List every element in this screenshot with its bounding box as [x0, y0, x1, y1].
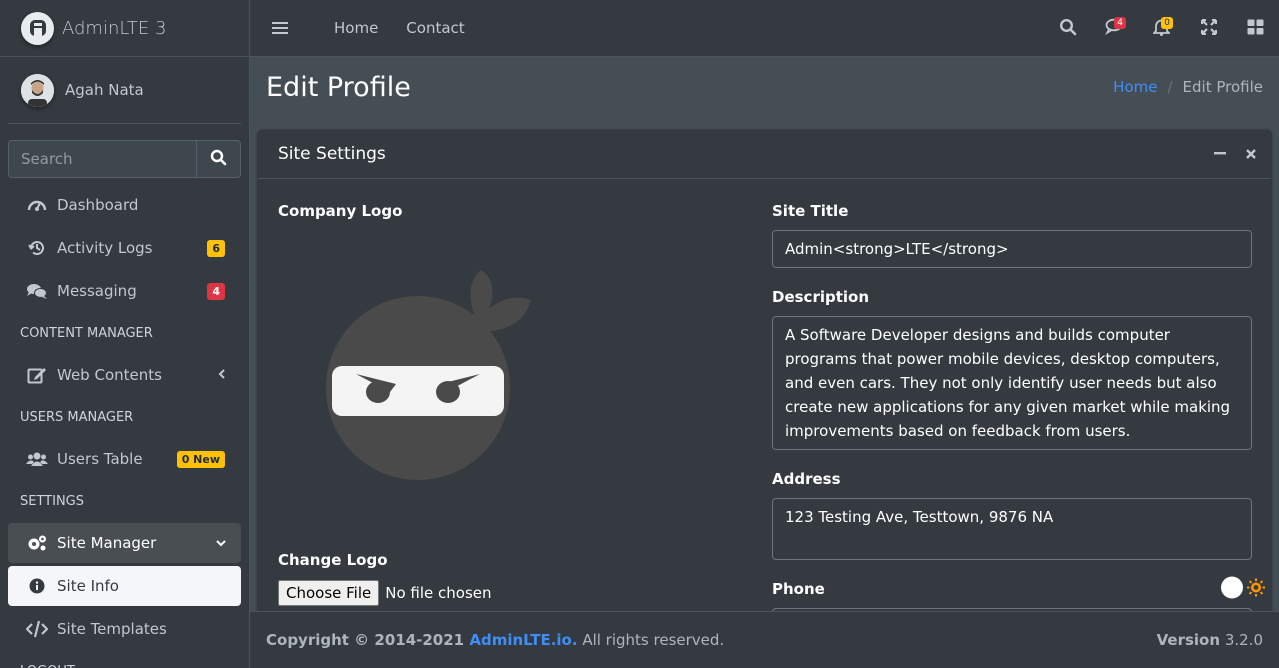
logo-column: Company Logo Change Logo Choose File No … [278, 202, 748, 606]
user-panel[interactable]: Agah Nata [8, 57, 241, 124]
control-sidebar-button[interactable] [1232, 0, 1279, 57]
notifications-count-badge: 0 [1161, 17, 1173, 29]
no-file-text: No file chosen [385, 584, 492, 602]
description-textarea[interactable]: A Software Developer designs and builds … [772, 316, 1252, 450]
details-column: Site Title Admin<strong>LTE</strong> Des… [772, 202, 1252, 620]
logo-file-input: Choose File No file chosen [278, 580, 492, 606]
sidebar-item-label: Site Templates [57, 620, 167, 638]
dashboard-icon [26, 196, 48, 214]
choose-file-button[interactable]: Choose File [278, 580, 380, 606]
card-header: Site Settings [258, 130, 1271, 179]
brand-name: AdminLTE 3 [62, 17, 167, 39]
breadcrumb-separator: / [1167, 78, 1173, 96]
version-label: Version [1156, 631, 1221, 649]
nav-link-home[interactable]: Home [334, 19, 378, 37]
company-logo-label: Company Logo [278, 202, 403, 220]
site-title-label: Site Title [772, 202, 849, 220]
sidebar-item-label: Users Table [57, 450, 143, 468]
company-logo-image [318, 260, 548, 490]
nav-header-content-manager: CONTENT MANAGER [20, 325, 153, 341]
sun-icon [1247, 578, 1265, 597]
card-title: Site Settings [278, 144, 386, 164]
main-footer: Copyright © 2014-2021 AdminLTE.io. All r… [250, 611, 1279, 668]
comments-icon [26, 282, 48, 300]
phone-label: Phone [772, 580, 825, 598]
brand-logo-icon [21, 11, 54, 45]
sidebar-item-label: Site Info [57, 577, 119, 595]
notifications-dropdown[interactable]: 0 [1138, 0, 1185, 57]
nav-header-settings: SETTINGS [20, 493, 85, 509]
top-navbar: Home Contact 4 0 [250, 0, 1279, 57]
activity-logs-badge: 6 [207, 239, 225, 257]
sidebar-item-users-table[interactable]: Users Table 0 New [8, 439, 241, 479]
sidebar-item-messaging[interactable]: Messaging 4 [8, 271, 241, 311]
users-icon [26, 451, 48, 467]
search-icon [210, 149, 227, 169]
chevron-left-icon [217, 366, 227, 384]
navbar-right: 4 0 [1044, 0, 1279, 57]
messages-count-badge: 4 [1114, 17, 1126, 29]
brand-link[interactable]: AdminLTE 3 [0, 0, 249, 57]
navbar-search-button[interactable] [1044, 0, 1091, 57]
address-label: Address [772, 470, 841, 488]
nav-link-contact[interactable]: Contact [406, 19, 464, 37]
sidebar-item-web-contents[interactable]: Web Contents [8, 355, 241, 395]
user-name[interactable]: Agah Nata [65, 81, 144, 99]
close-icon[interactable] [1245, 146, 1257, 164]
address-textarea[interactable]: 123 Testing Ave, Testtown, 9876 NA [772, 498, 1252, 560]
nav-header-users-manager: USERS MANAGER [20, 409, 134, 425]
users-new-badge: 0 New [176, 450, 225, 468]
sidebar-item-label: Activity Logs [57, 239, 153, 257]
copyright-text: Copyright © 2014-2021 AdminLTE.io. All r… [266, 631, 724, 649]
sidebar-item-dashboard[interactable]: Dashboard [8, 185, 241, 225]
breadcrumb: Home / Edit Profile [1113, 78, 1263, 96]
sidebar-item-label: Messaging [57, 282, 137, 300]
sidebar-search [8, 140, 241, 178]
page-title: Edit Profile [266, 72, 411, 103]
expand-arrows-icon [1200, 18, 1217, 39]
info-circle-icon [26, 578, 48, 594]
card-tools [1213, 130, 1257, 179]
copyright-link[interactable]: AdminLTE.io. [469, 631, 577, 649]
sidebar-item-label: Dashboard [57, 196, 139, 214]
sidebar-item-label: Web Contents [57, 366, 162, 384]
sidebar-item-site-manager[interactable]: Site Manager [8, 523, 241, 563]
search-input[interactable] [8, 140, 196, 178]
messages-dropdown[interactable]: 4 [1091, 0, 1138, 57]
copyright-prefix: Copyright © 2014-2021 [266, 631, 470, 649]
avatar [21, 73, 54, 107]
edit-icon [26, 366, 48, 384]
search-button[interactable] [196, 140, 241, 178]
sidebar-item-activity-logs[interactable]: Activity Logs 6 [8, 228, 241, 268]
nav-header-logout: LOGOUT [0, 652, 249, 668]
sidebar-item-site-templates[interactable]: Site Templates [8, 609, 241, 649]
version-value: 3.2.0 [1224, 631, 1263, 649]
minus-icon[interactable] [1213, 146, 1227, 164]
menu-toggle-icon[interactable] [272, 21, 290, 35]
copyright-suffix: All rights reserved. [577, 631, 725, 649]
messaging-badge: 4 [207, 282, 225, 300]
fullscreen-button[interactable] [1185, 0, 1232, 57]
sidebar-item-label: Site Manager [57, 534, 157, 552]
sidebar-item-site-info[interactable]: Site Info [8, 566, 241, 606]
history-icon [26, 239, 48, 257]
code-icon [26, 620, 48, 638]
breadcrumb-home[interactable]: Home [1113, 78, 1157, 96]
sidebar-nav: Dashboard Activity Logs 6 Messaging 4 CO… [0, 185, 249, 668]
search-icon [1059, 18, 1077, 40]
dark-mode-toggle[interactable] [1219, 575, 1269, 600]
main-sidebar: AdminLTE 3 Agah Nata Dashboard Activity … [0, 0, 250, 668]
chevron-down-icon [215, 534, 227, 552]
change-logo-label: Change Logo [278, 551, 388, 569]
version-text: Version 3.2.0 [1157, 631, 1263, 649]
th-large-icon [1247, 19, 1264, 39]
site-title-input[interactable]: Admin<strong>LTE</strong> [772, 230, 1252, 268]
breadcrumb-current: Edit Profile [1182, 78, 1263, 96]
description-label: Description [772, 288, 870, 306]
site-settings-card: Site Settings Company Logo Change Logo C… [258, 130, 1271, 620]
cogs-icon [26, 534, 48, 552]
